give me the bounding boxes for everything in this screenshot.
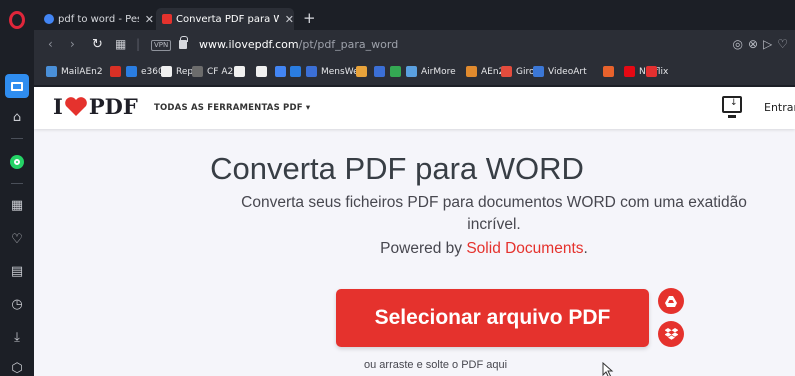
bookmark-item[interactable]: [374, 66, 389, 77]
all-tools-menu[interactable]: TODAS AS FERRAMENTAS PDF ▾: [154, 103, 310, 113]
page-title: Converta PDF para WORD: [210, 151, 584, 186]
bookmark-favicon-icon: [646, 66, 657, 77]
camera-icon[interactable]: ◎: [732, 37, 747, 51]
powered-by: Powered by Solid Documents.: [380, 240, 588, 257]
page-subtitle: Converta seus ficheiros PDF para documen…: [241, 194, 747, 233]
bookmark-favicon-icon: [390, 66, 401, 77]
bookmark-favicon-icon: [234, 66, 245, 77]
opera-menu-icon[interactable]: [9, 11, 25, 29]
bookmark-item[interactable]: [603, 66, 618, 77]
bookmark-label: AirMore: [421, 66, 456, 77]
bookmark-favicon-icon: [275, 66, 286, 77]
bookmark-favicon-icon: [110, 66, 121, 77]
bookmark-item[interactable]: e360: [126, 66, 164, 77]
bookmark-item[interactable]: CF A23: [192, 66, 239, 77]
bookmark-favicon-icon: [406, 66, 417, 77]
bookmark-item[interactable]: [646, 66, 661, 77]
tab-title: pdf to word - Pesquisa Goo: [58, 13, 139, 25]
new-tab-button[interactable]: +: [303, 9, 316, 27]
heart-icon[interactable]: ♡: [777, 37, 793, 51]
back-icon[interactable]: ‹: [48, 37, 53, 51]
forward-icon[interactable]: ›: [70, 37, 75, 51]
bookmark-item[interactable]: [356, 66, 371, 77]
bookmark-favicon-icon: [533, 66, 544, 77]
ilovepdf-logo[interactable]: I PDF: [53, 94, 138, 119]
bookmark-favicon-icon: [374, 66, 385, 77]
bookmark-favicon-icon: [306, 66, 317, 77]
bookmark-favicon-icon: [192, 66, 203, 77]
extensions-icon[interactable]: ⬡: [0, 360, 34, 376]
bookmark-favicon-icon: [256, 66, 267, 77]
bookmark-favicon-icon: [356, 66, 367, 77]
bookmark-favicon-icon: [501, 66, 512, 77]
history-icon[interactable]: ◷: [0, 295, 34, 313]
google-favicon-icon: [44, 14, 54, 24]
news-icon[interactable]: ▤: [0, 262, 34, 280]
bookmark-label: MailAEn2: [61, 66, 103, 77]
bookmark-favicon-icon: [466, 66, 477, 77]
adblock-icon[interactable]: ⊗: [748, 37, 763, 51]
bookmark-item[interactable]: [110, 66, 125, 77]
address-actions: ◎⊗▷♡: [732, 37, 793, 51]
lock-icon[interactable]: [179, 36, 188, 49]
bookmark-item[interactable]: MailAEn2: [46, 66, 103, 77]
bookmark-favicon-icon: [624, 66, 635, 77]
bookmark-favicon-icon: [290, 66, 301, 77]
desktop-download-icon[interactable]: ↓: [722, 96, 742, 118]
workspaces-icon[interactable]: ▦: [0, 196, 34, 214]
bookmark-favicon-icon: [161, 66, 172, 77]
page-content: I PDF TODAS AS FERRAMENTAS PDF ▾ ↓ Entra…: [34, 87, 795, 376]
url-field[interactable]: www.ilovepdf.com/pt/pdf_para_word: [199, 38, 398, 51]
bookmark-label: VideoArt: [548, 66, 587, 77]
vpn-badge[interactable]: VPN: [151, 40, 172, 51]
heart-icon: [64, 96, 87, 116]
address-bar: ‹ › ↻ ▦ | VPN www.ilovepdf.com/pt/pdf_pa…: [34, 30, 795, 60]
google-drive-icon[interactable]: [658, 288, 684, 314]
bookmark-item[interactable]: [290, 66, 305, 77]
speed-dial-grid-icon[interactable]: ▦: [115, 37, 126, 51]
bookmark-item[interactable]: [256, 66, 271, 77]
close-tab-icon[interactable]: ✕: [145, 13, 154, 26]
login-link[interactable]: Entrar: [764, 101, 795, 114]
drop-hint: ou arraste e solte o PDF aqui: [364, 359, 508, 371]
bookmark-label: Giro: [516, 66, 535, 77]
solid-documents-link[interactable]: Solid Documents: [466, 240, 583, 257]
browser-sidebar: ⌂ ▦ ♡ ▤ ◷ ⤓ ⬡: [0, 0, 34, 376]
heart-favicon-icon: [162, 14, 172, 24]
send-icon[interactable]: ▷: [763, 37, 777, 51]
tab-ilovepdf[interactable]: Converta PDF para Word. C ✕: [156, 8, 294, 30]
bookmark-item[interactable]: VideoArt: [533, 66, 587, 77]
tab-google-search[interactable]: pdf to word - Pesquisa Goo ✕: [38, 8, 154, 30]
site-header: I PDF TODAS AS FERRAMENTAS PDF ▾ ↓ Entra…: [34, 87, 795, 129]
downloads-icon[interactable]: ⤓: [0, 328, 34, 346]
tab-title: Converta PDF para Word. C: [176, 13, 279, 25]
bookmarks-heart-icon[interactable]: ♡: [0, 230, 34, 248]
close-tab-icon[interactable]: ✕: [285, 13, 294, 26]
separator: |: [136, 37, 141, 51]
tab-bar: pdf to word - Pesquisa Goo ✕ Converta PD…: [34, 8, 795, 30]
bookmark-item[interactable]: [234, 66, 249, 77]
speed-dial-icon[interactable]: [5, 74, 29, 98]
bookmark-favicon-icon: [603, 66, 614, 77]
home-icon[interactable]: ⌂: [0, 108, 34, 126]
mouse-cursor-icon: [602, 362, 614, 376]
bookmark-item[interactable]: [275, 66, 290, 77]
bookmark-item[interactable]: Giro: [501, 66, 534, 77]
whatsapp-icon[interactable]: [0, 154, 34, 170]
bookmarks-bar: MailAEn2 e360 Repro CF A23 MensWeb AirMore AEn…: [34, 60, 795, 86]
bookmark-item[interactable]: AEn2: [466, 66, 504, 77]
reload-icon[interactable]: ↻: [92, 37, 103, 52]
select-pdf-button[interactable]: Selecionar arquivo PDF: [336, 289, 649, 347]
bookmark-item[interactable]: [390, 66, 405, 77]
dropbox-icon[interactable]: [658, 321, 684, 347]
bookmark-favicon-icon: [46, 66, 57, 77]
bookmark-item[interactable]: AirMore: [406, 66, 456, 77]
bookmark-favicon-icon: [126, 66, 137, 77]
